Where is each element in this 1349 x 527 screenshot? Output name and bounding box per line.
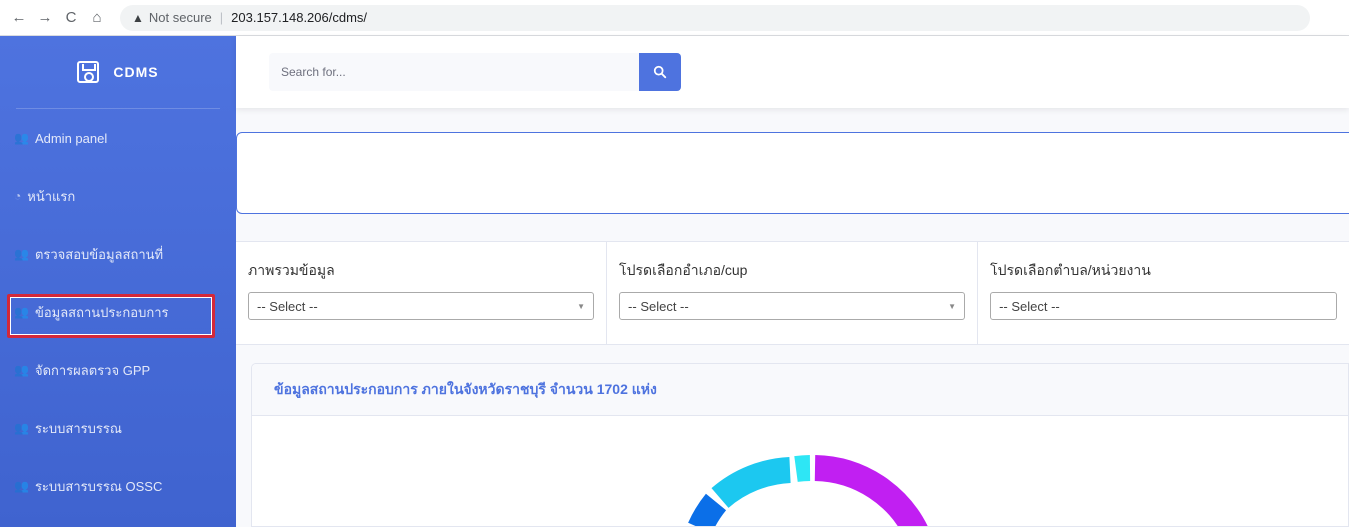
select-value: -- Select -- bbox=[257, 298, 318, 314]
users-icon: 👥 bbox=[14, 247, 29, 261]
info-banner bbox=[236, 132, 1349, 214]
floppy-disk-icon bbox=[77, 61, 100, 83]
sidebar-item-check-location[interactable]: 👥 ตรวจสอบข้อมูลสถานที่ bbox=[0, 225, 236, 283]
sidebar-item-documents[interactable]: 👥 ระบบสารบรรณ bbox=[0, 399, 236, 457]
donut-segment-blue bbox=[688, 493, 727, 526]
sidebar-item-label: ตรวจสอบข้อมูลสถานที่ bbox=[34, 246, 164, 262]
sidebar-item-label: ระบบสารบรรณ bbox=[34, 420, 122, 436]
users-icon: 👥 bbox=[14, 131, 29, 145]
filter-district: โปรดเลือกอำเภอ/cup -- Select -- ▼ bbox=[607, 242, 979, 344]
caret-down-icon: ▼ bbox=[577, 301, 586, 311]
home-icon[interactable]: ⌂ bbox=[86, 7, 108, 29]
sidebar-item-label: จัดการผลตรวจ GPP bbox=[34, 362, 151, 378]
address-separator: | bbox=[219, 10, 224, 25]
filter-label: โปรดเลือกอำเภอ/cup bbox=[619, 262, 748, 278]
reload-icon[interactable]: C bbox=[60, 7, 82, 29]
search-button[interactable] bbox=[639, 53, 681, 91]
sidebar-item-gpp[interactable]: 👥 จัดการผลตรวจ GPP bbox=[0, 341, 236, 399]
brand-name: CDMS bbox=[113, 64, 159, 80]
sidebar-item-admin-panel[interactable]: 👥 Admin panel bbox=[0, 109, 236, 167]
sidebar-item-establishments[interactable]: 👥 ข้อมูลสถานประกอบการ bbox=[0, 283, 236, 341]
address-bar[interactable]: ▲ Not secure | 203.157.148.206/cdms/ bbox=[120, 4, 1310, 31]
select-value: -- Select -- bbox=[628, 298, 689, 314]
donut-segments bbox=[688, 455, 928, 526]
sidebar-item-label: ระบบสารบรรณ OSSC bbox=[34, 478, 163, 494]
browser-toolbar: ← → C ⌂ ▲ Not secure | 203.157.148.206/c… bbox=[0, 0, 1349, 36]
filter-subdistrict: โปรดเลือกตำบล/หน่วยงาน -- Select -- bbox=[978, 242, 1349, 344]
warning-triangle-icon: ▲ bbox=[132, 10, 144, 25]
users-icon: 👥 bbox=[14, 305, 29, 319]
card-title: ข้อมูลสถานประกอบการ ภายในจังหวัดราชบุรี … bbox=[252, 364, 1348, 416]
tachometer-icon: ◔ bbox=[14, 189, 22, 203]
sidebar: CDMS 👥 Admin panel ◔ หน้าแรก 👥 ตรวจสอบข้… bbox=[0, 36, 236, 527]
search-icon bbox=[653, 65, 667, 79]
filter-label: ภาพรวมข้อมูล bbox=[248, 262, 335, 278]
establishment-card: ข้อมูลสถานประกอบการ ภายในจังหวัดราชบุรี … bbox=[251, 363, 1349, 527]
users-icon: 👥 bbox=[14, 421, 29, 435]
users-icon: 👥 bbox=[14, 479, 29, 493]
overview-select[interactable]: -- Select -- ▼ bbox=[248, 292, 595, 320]
select-value: -- Select -- bbox=[999, 298, 1060, 314]
search-input[interactable] bbox=[269, 53, 639, 91]
sidebar-item-home[interactable]: ◔ หน้าแรก bbox=[0, 167, 236, 225]
caret-down-icon: ▼ bbox=[948, 301, 957, 311]
users-icon: 👥 bbox=[14, 363, 29, 377]
subdistrict-select[interactable]: -- Select -- bbox=[990, 292, 1337, 320]
topbar bbox=[236, 36, 1349, 108]
donut-segment-cyan bbox=[711, 457, 792, 509]
donut-chart bbox=[688, 455, 928, 526]
filter-bar: ภาพรวมข้อมูล -- Select -- ▼ โปรดเลือกอำเ… bbox=[236, 241, 1349, 345]
security-label: Not secure bbox=[148, 10, 212, 25]
sidebar-item-label: หน้าแรก bbox=[27, 188, 76, 204]
district-select[interactable]: -- Select -- ▼ bbox=[619, 292, 966, 320]
sidebar-item-label: Admin panel bbox=[34, 130, 108, 146]
sidebar-item-label: ข้อมูลสถานประกอบการ bbox=[34, 304, 169, 320]
url-text: 203.157.148.206/cdms/ bbox=[231, 10, 368, 25]
back-arrow-icon[interactable]: ← bbox=[8, 7, 30, 29]
forward-arrow-icon[interactable]: → bbox=[34, 7, 56, 29]
filter-overview: ภาพรวมข้อมูล -- Select -- ▼ bbox=[236, 242, 608, 344]
filter-label: โปรดเลือกตำบล/หน่วยงาน bbox=[990, 262, 1151, 278]
sidebar-item-documents-ossc[interactable]: 👥 ระบบสารบรรณ OSSC bbox=[0, 457, 236, 515]
donut-segment-cyan-small bbox=[794, 455, 811, 482]
brand[interactable]: CDMS bbox=[0, 36, 236, 108]
donut-segment-purple bbox=[814, 455, 928, 526]
